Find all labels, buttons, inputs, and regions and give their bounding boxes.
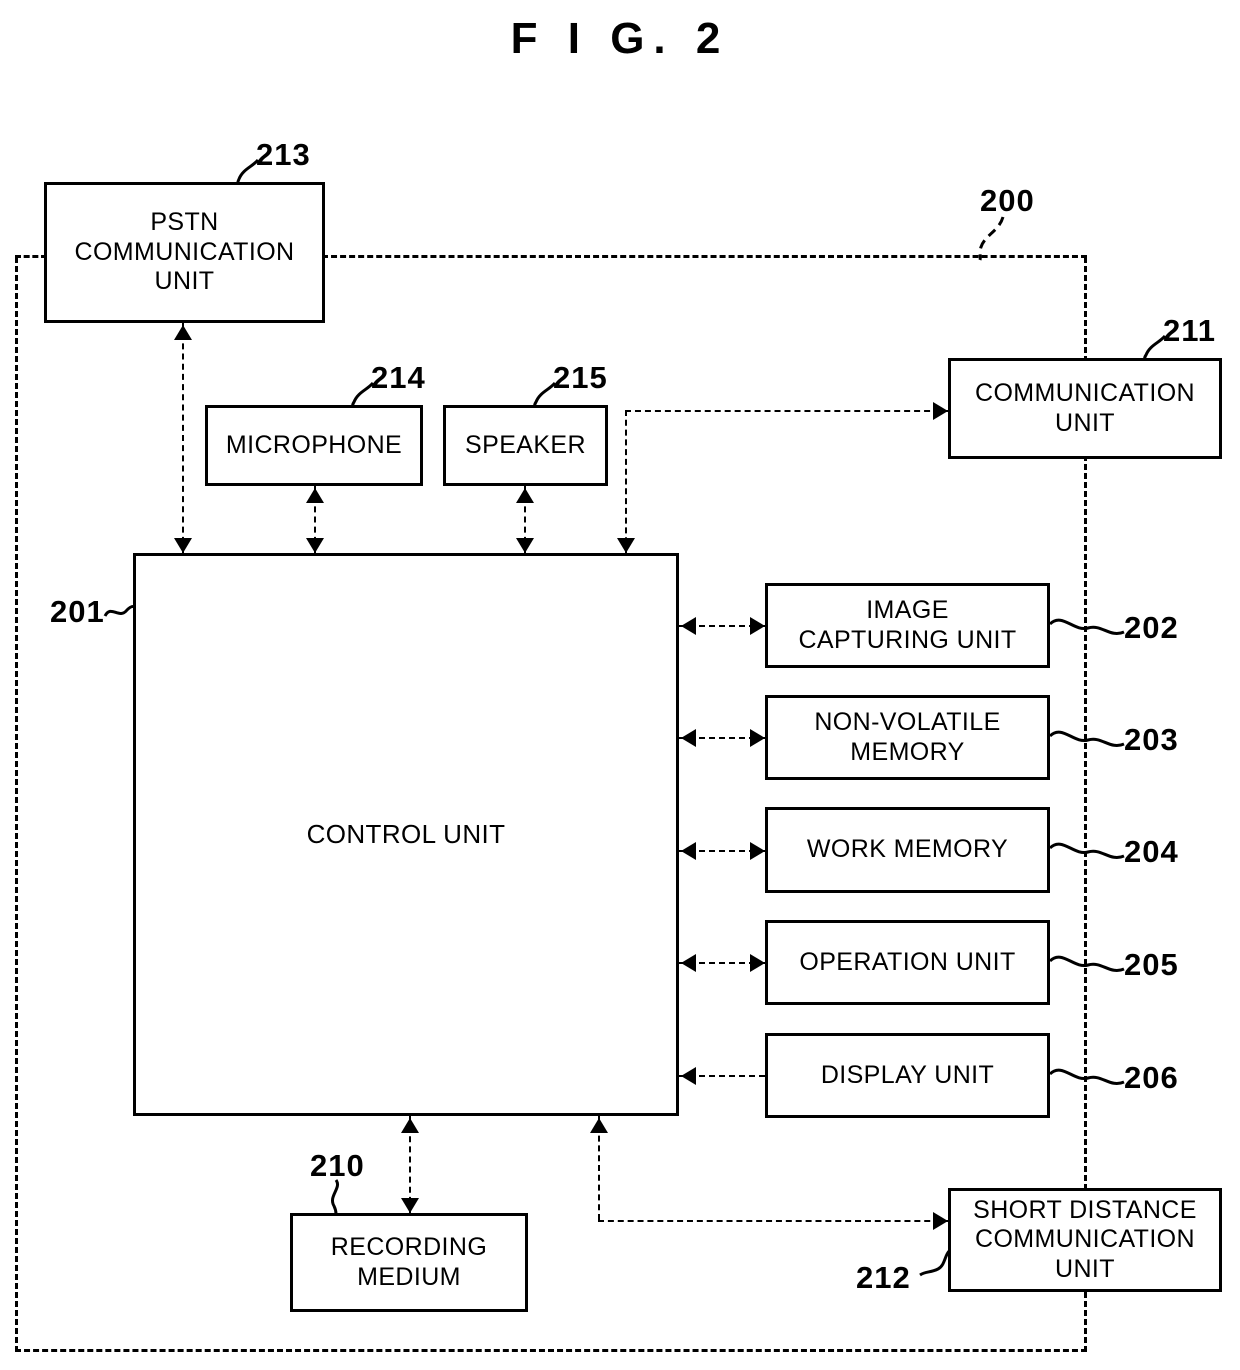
- arrowhead-work-memory-left: [681, 842, 696, 860]
- arrowhead-image-capturing-right: [750, 617, 765, 635]
- block-speaker[interactable]: SPEAKER: [443, 405, 608, 486]
- block-non-volatile-memory-label: NON-VOLATILE MEMORY: [814, 708, 1001, 766]
- block-microphone[interactable]: MICROPHONE: [205, 405, 423, 486]
- block-work-memory-label: WORK MEMORY: [806, 835, 1009, 864]
- block-image-capturing-unit-label: IMAGE CAPTURING UNIT: [798, 596, 1017, 654]
- block-short-distance-communication-unit-label: SHORT DISTANCE COMMUNICATION UNIT: [973, 1195, 1197, 1283]
- block-pstn-communication-unit-label: PSTN COMMUNICATION UNIT: [74, 208, 295, 296]
- ref-213: 213: [256, 137, 311, 172]
- ref-202: 202: [1124, 610, 1179, 645]
- arrowhead-work-memory-right: [750, 842, 765, 860]
- block-image-capturing-unit[interactable]: IMAGE CAPTURING UNIT: [765, 583, 1050, 668]
- arrowhead-control-to-communication: [933, 402, 948, 420]
- arrowhead-communication-to-control: [617, 538, 635, 553]
- ref-200: 200: [980, 183, 1035, 218]
- arrowhead-speaker-up: [516, 488, 534, 503]
- block-short-distance-communication-unit[interactable]: SHORT DISTANCE COMMUNICATION UNIT: [948, 1188, 1222, 1292]
- ref-215: 215: [553, 360, 608, 395]
- arrowhead-operation-unit-right: [750, 954, 765, 972]
- connector-pstn-control: [182, 323, 184, 553]
- leader-202: [1048, 618, 1125, 635]
- block-non-volatile-memory[interactable]: NON-VOLATILE MEMORY: [765, 695, 1050, 780]
- block-control-unit-label: CONTROL UNIT: [306, 819, 506, 850]
- patent-figure-2: F I G. 2 200 PSTN COMMUNICATION UNIT 213…: [0, 0, 1240, 1370]
- block-operation-unit[interactable]: OPERATION UNIT: [765, 920, 1050, 1005]
- block-recording-medium-label: RECORDING MEDIUM: [330, 1233, 488, 1291]
- leader-206: [1048, 1068, 1125, 1085]
- arrowhead-operation-unit-left: [681, 954, 696, 972]
- connector-control-communication-vertical: [625, 410, 627, 553]
- block-communication-unit[interactable]: COMMUNICATION UNIT: [948, 358, 1222, 459]
- ref-204: 204: [1124, 834, 1179, 869]
- arrowhead-control-to-short-distance: [933, 1212, 948, 1230]
- block-display-unit[interactable]: DISPLAY UNIT: [765, 1033, 1050, 1118]
- block-speaker-label: SPEAKER: [465, 430, 586, 459]
- device-boundary-top-left-segment: [15, 255, 47, 258]
- connector-control-short-distance-horizontal: [598, 1220, 950, 1222]
- ref-211: 211: [1163, 313, 1217, 348]
- leader-200: [978, 216, 1005, 261]
- arrowhead-microphone-down: [306, 538, 324, 553]
- figure-title: F I G. 2: [510, 14, 730, 63]
- arrowhead-speaker-down: [516, 538, 534, 553]
- block-recording-medium[interactable]: RECORDING MEDIUM: [290, 1213, 528, 1312]
- ref-212: 212: [856, 1260, 911, 1295]
- arrowhead-short-distance-to-control: [590, 1118, 608, 1133]
- block-display-unit-label: DISPLAY UNIT: [820, 1060, 995, 1089]
- block-pstn-communication-unit[interactable]: PSTN COMMUNICATION UNIT: [44, 182, 325, 323]
- ref-203: 203: [1124, 722, 1179, 757]
- arrowhead-recording-medium-up: [401, 1118, 419, 1133]
- block-control-unit[interactable]: CONTROL UNIT: [133, 553, 679, 1116]
- arrowhead-pstn-up: [174, 325, 192, 340]
- connector-control-communication-horizontal: [625, 410, 950, 412]
- arrowhead-pstn-down: [174, 538, 192, 553]
- leader-204: [1048, 842, 1125, 859]
- block-operation-unit-label: OPERATION UNIT: [799, 947, 1016, 976]
- block-work-memory[interactable]: WORK MEMORY: [765, 807, 1050, 893]
- arrowhead-microphone-up: [306, 488, 324, 503]
- arrowhead-recording-medium-down: [401, 1198, 419, 1213]
- ref-214: 214: [371, 360, 426, 395]
- leader-205: [1048, 955, 1125, 972]
- ref-205: 205: [1124, 947, 1179, 982]
- block-microphone-label: MICROPHONE: [225, 430, 403, 459]
- block-communication-unit-label: COMMUNICATION UNIT: [975, 379, 1195, 437]
- arrowhead-image-capturing-left: [681, 617, 696, 635]
- arrowhead-non-volatile-memory-right: [750, 729, 765, 747]
- leader-203: [1048, 730, 1125, 747]
- arrowhead-display-unit-left: [681, 1067, 696, 1085]
- arrowhead-non-volatile-memory-left: [681, 729, 696, 747]
- ref-206: 206: [1124, 1060, 1179, 1095]
- leader-210: [331, 1179, 339, 1215]
- ref-210: 210: [310, 1148, 365, 1183]
- ref-201: 201: [50, 594, 105, 629]
